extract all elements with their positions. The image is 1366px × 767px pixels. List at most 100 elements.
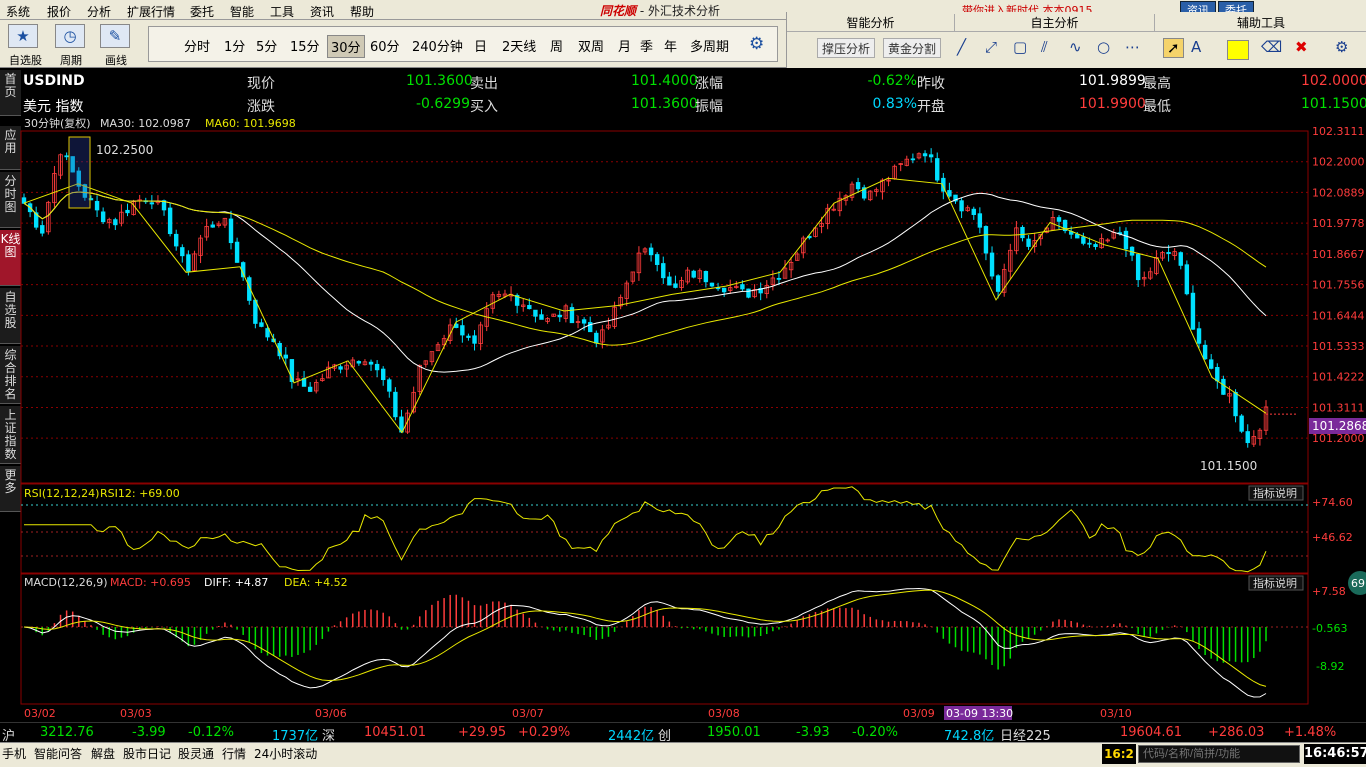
aux-tools-header[interactable]: 辅助工具 [1155,14,1366,32]
menu-smart[interactable]: 智能 [230,3,254,20]
period-60min[interactable]: 60分 [367,35,403,56]
task-qa[interactable]: 智能问答 [34,745,82,762]
rect-tool-icon[interactable]: ▢ [1013,38,1027,56]
clock-small: 16:2 [1102,744,1136,764]
more-tools-icon[interactable]: ⋯ [1125,38,1140,56]
menu-news[interactable]: 资讯 [310,3,334,20]
wave-tool-icon[interactable]: ∿ [1069,38,1082,56]
support-resistance-button[interactable]: 撑压分析 [817,38,876,58]
diff-line [23,587,1267,698]
period-year[interactable]: 年 [661,35,680,56]
menu-analysis[interactable]: 分析 [87,3,111,20]
period-week[interactable]: 周 [547,35,566,56]
task-jiepan[interactable]: 解盘 [91,745,115,762]
ray-tool-icon[interactable]: ⤢ [985,38,997,56]
period-selector: 分时 1分 5分 15分 30分 60分 240分钟 日 2天线 周 双周 月 … [148,26,778,62]
candle-body [466,335,471,338]
delete-icon[interactable]: ✖ [1295,38,1308,56]
menu-quote[interactable]: 报价 [47,3,71,20]
kline-chart-svg[interactable]: 102.2500 101.1500 30分钟(复权) MA30: 102.098… [0,116,1366,722]
line-tool-icon[interactable]: ╱ [957,38,966,56]
period-240min[interactable]: 240分钟 [409,35,466,56]
task-mobile[interactable]: 手机 [2,745,26,762]
menu-system[interactable]: 系统 [6,3,30,20]
taskbar: 手机 智能问答 解盘 股市日记 股灵通 行情 24小时滚动 16:2 16:46… [0,742,1366,767]
candle-body [703,271,709,283]
menu-tools[interactable]: 工具 [270,3,294,20]
high-marker-box [68,136,91,209]
date-label-1: 03/03 [120,707,152,720]
price-tick-3: 101.9778 [1312,217,1365,230]
cursor-icon[interactable]: ➚ [1163,38,1184,58]
period-30min[interactable]: 30分 [327,35,365,58]
candle-body [1190,292,1196,330]
candle-body [1093,244,1098,248]
date-label-2: 03/06 [315,707,347,720]
value-change: -0.6299 [415,96,470,112]
task-diary[interactable]: 股市日记 [123,745,171,762]
period-5min[interactable]: 5分 [253,35,280,56]
eraser-icon[interactable]: ⌫ [1261,38,1282,56]
text-tool-icon[interactable]: A [1191,38,1201,56]
period-label: 周期 [60,54,82,67]
clock: 16:46:57 [1304,744,1366,764]
ma60-line [23,191,1267,346]
label-high: 最高 [1143,76,1171,92]
period-multi[interactable]: 多周期 [687,35,732,56]
settings-icon[interactable]: ⚙ [1335,38,1348,56]
period-icon[interactable]: ◷ [55,24,85,48]
candle-body [387,379,392,392]
candle-body [995,275,1001,292]
menu-help[interactable]: 帮助 [350,3,374,20]
price-tick-8: 101.4222 [1312,371,1365,384]
period-biweek[interactable]: 双周 [575,35,607,56]
period-1min[interactable]: 1分 [221,35,248,56]
period-timeshare[interactable]: 分时 [181,35,213,56]
draw-line-icon[interactable]: ✎ [100,24,130,48]
symbol-code: USDIND [23,73,85,89]
self-analysis-header[interactable]: 自主分析 [955,14,1155,32]
candle-body [581,319,587,324]
rsi-value: RSI12: +69.00 [100,487,180,500]
value-amplitude: 0.83% [872,96,917,112]
menu-order[interactable]: 委托 [190,3,214,20]
menu-extended-quote[interactable]: 扩展行情 [127,3,175,20]
macd-panel-frame [20,573,1309,705]
cy-pct: -0.20% [852,725,898,740]
period-month[interactable]: 月 [615,35,634,56]
period-quarter[interactable]: 季 [637,35,656,56]
candle-body [1075,233,1080,239]
candle-body [210,224,215,228]
dea-value: DEA: +4.52 [284,576,348,589]
search-input[interactable] [1138,745,1300,763]
macd-legend: MACD(12,26,9) [24,576,108,589]
golden-section-button[interactable]: 黄金分割 [883,38,942,58]
candle-body [283,354,288,359]
candle-body [1245,431,1250,444]
price-tick-10: 101.2000 [1312,432,1365,445]
period-day[interactable]: 日 [471,35,490,56]
task-24h[interactable]: 24小时滚动 [254,745,317,762]
chart-area[interactable]: 102.2500 101.1500 30分钟(复权) MA30: 102.098… [0,116,1366,722]
macd-tick-1: +7.58 [1312,585,1346,598]
circle-tool-icon[interactable]: ○ [1097,38,1110,56]
price-tick-5: 101.7556 [1312,279,1365,292]
macd-tick-3: -8.92 [1316,660,1344,673]
gear-icon[interactable]: ⚙ [749,34,764,54]
parallel-tool-icon[interactable]: ⫽ [1041,38,1048,56]
candle-body [691,270,696,278]
label-change: 涨跌 [247,99,275,115]
color-picker-icon[interactable] [1227,40,1249,60]
label-price: 现价 [247,76,275,92]
watchlist-icon[interactable]: ★ [8,24,38,48]
candle-body [167,207,173,235]
candle-body [1026,238,1031,247]
candle-body [1178,252,1183,266]
period-15min[interactable]: 15分 [287,35,323,56]
task-guling[interactable]: 股灵通 [178,745,214,762]
tab-home[interactable]: 首页 [0,70,21,116]
task-quote[interactable]: 行情 [222,745,246,762]
smart-analysis-header[interactable]: 智能分析 [787,14,955,32]
period-2day[interactable]: 2天线 [499,35,539,56]
candle-body [910,158,916,161]
